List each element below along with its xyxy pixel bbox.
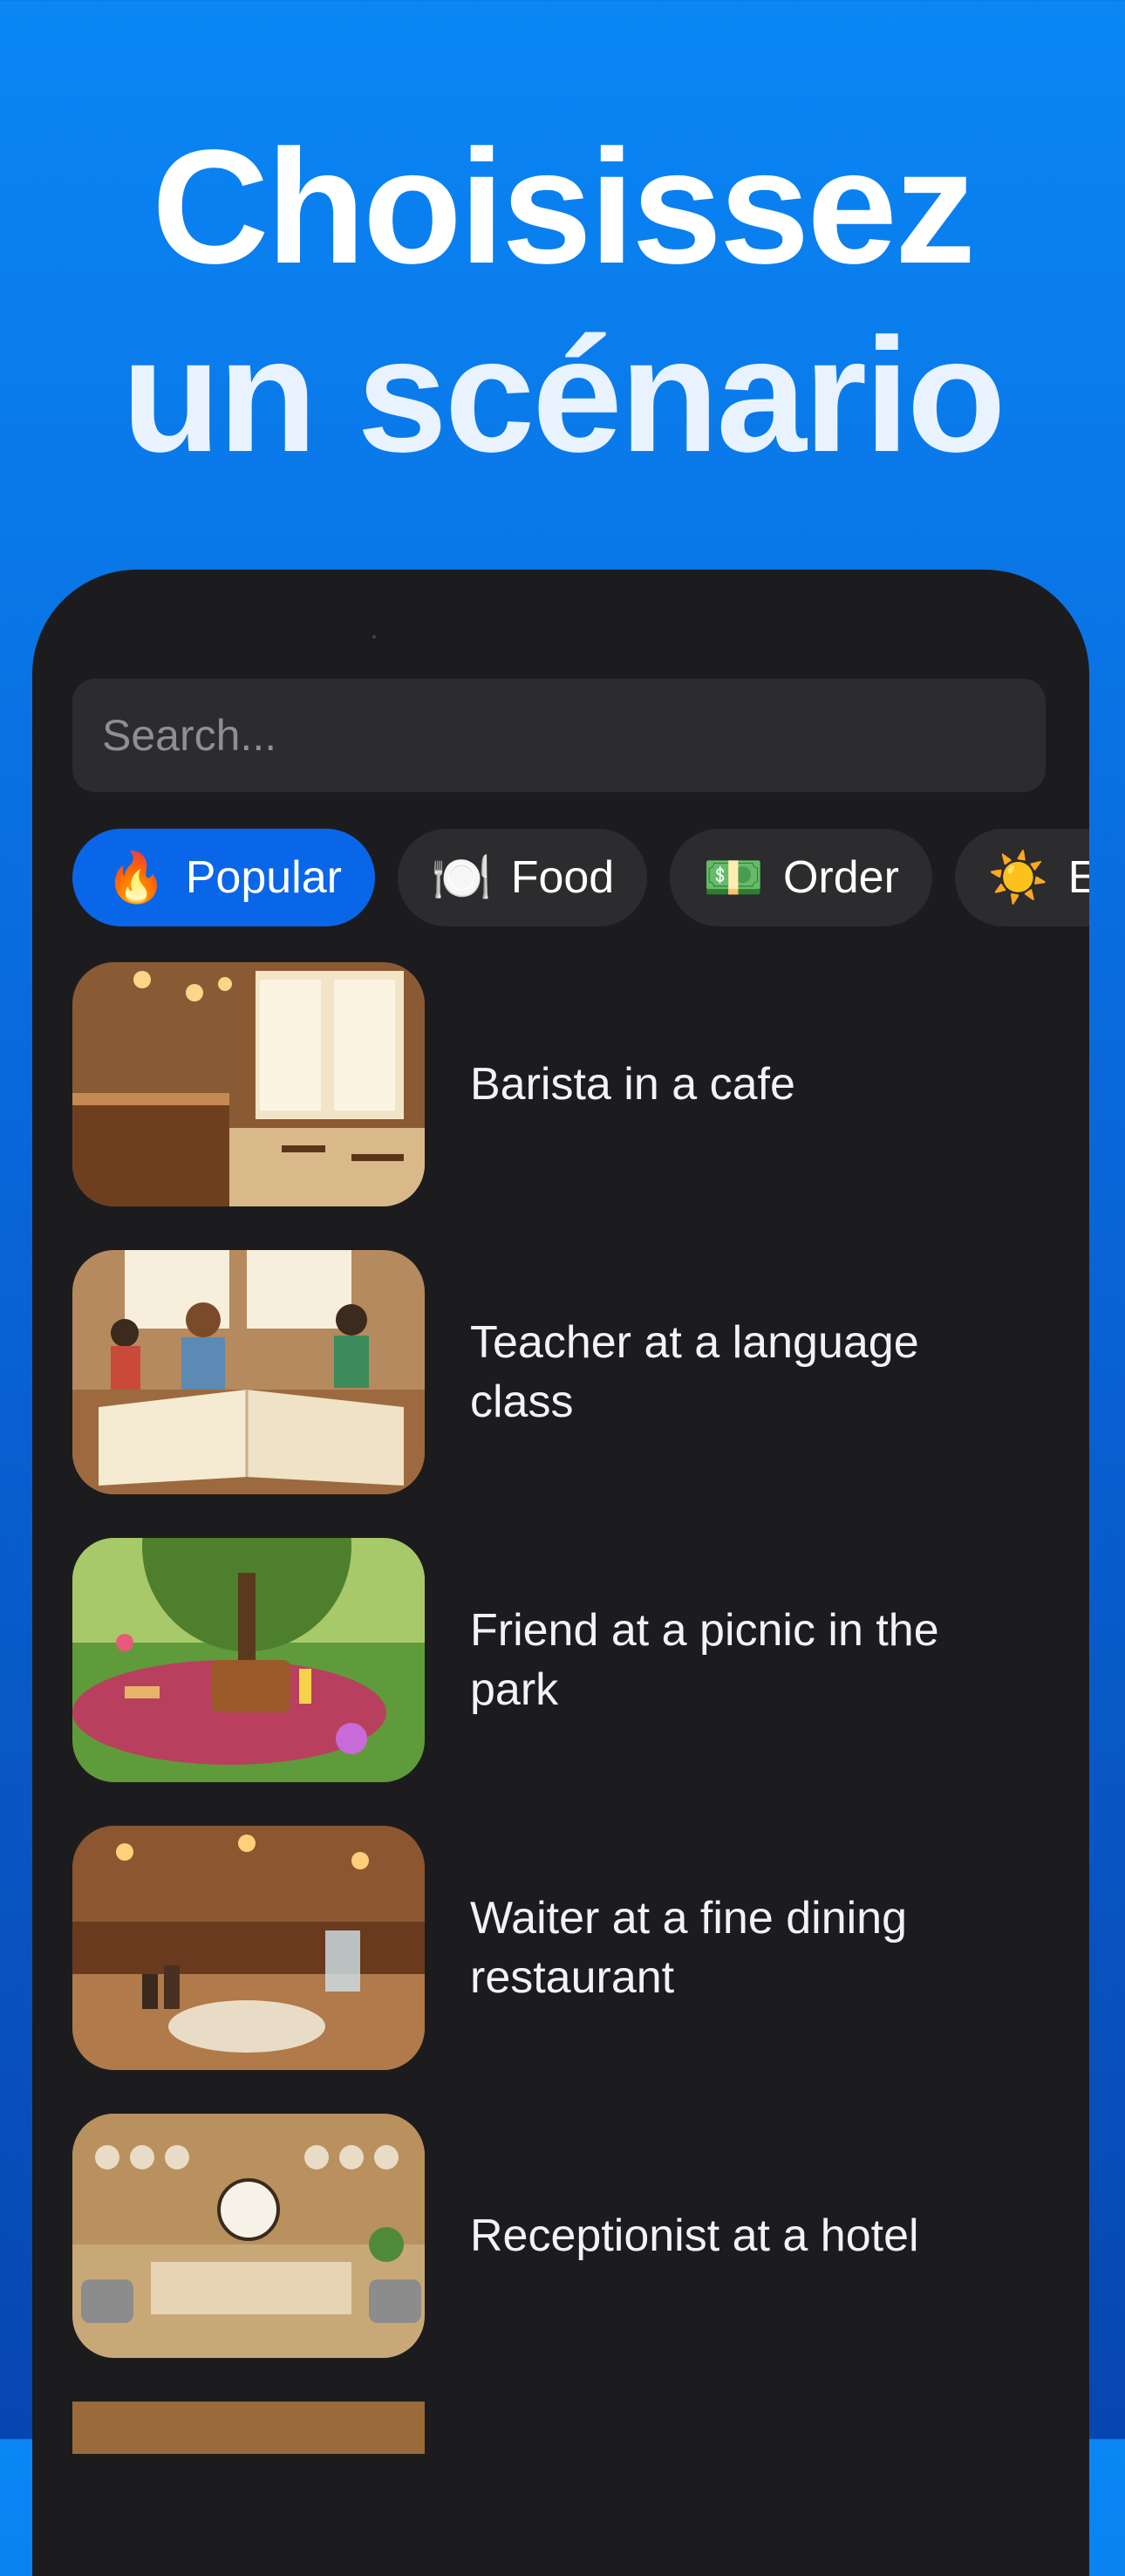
scenario-label: Waiter at a fine dining restaurant	[470, 1893, 908, 2003]
category-chips: 🔥 Popular 🍽️ Food 💵 Order ☀️ Ev	[72, 829, 1089, 926]
scenario-list: Barista in a cafe Teacher at a language …	[72, 962, 1058, 2497]
search-input[interactable]	[100, 709, 1018, 762]
scenario-row-teacher[interactable]: Teacher at a language class	[72, 1250, 1058, 1494]
chip-label: Ev	[1067, 852, 1089, 903]
title-line-2: un scénario	[121, 305, 1006, 486]
picnic-image	[72, 1538, 425, 1782]
camera-dot	[372, 635, 376, 639]
phone-screen: 🔥 Popular 🍽️ Food 💵 Order ☀️ Ev	[32, 570, 1089, 2576]
money-icon: 💵	[703, 850, 764, 905]
scenario-row-waiter[interactable]: Waiter at a fine dining restaurant	[72, 1826, 1058, 2070]
chip-food[interactable]: 🍽️ Food	[397, 829, 648, 926]
scenario-row-receptionist[interactable]: Receptionist at a hotel	[72, 2114, 1058, 2358]
chip-events[interactable]: ☀️ Ev	[954, 829, 1089, 926]
fire-icon: 🔥	[106, 850, 167, 905]
scenario-label: Friend at a picnic in the park	[470, 1605, 939, 1715]
scenario-label: Receptionist at a hotel	[470, 2210, 919, 2261]
scenario-row-picnic[interactable]: Friend at a picnic in the park	[72, 1538, 1058, 1782]
scenario-row-barista[interactable]: Barista in a cafe	[72, 962, 1058, 1206]
scenario-image	[72, 2402, 425, 2454]
restaurant-image	[72, 1826, 425, 2070]
scenario-label: Barista in a cafe	[470, 1059, 795, 1110]
sun-icon: ☀️	[987, 850, 1049, 905]
search-field[interactable]	[72, 679, 1046, 792]
chip-label: Popular	[185, 852, 342, 903]
chip-label: Food	[510, 852, 615, 903]
scenario-label: Teacher at a language class	[470, 1317, 919, 1427]
plate-icon: 🍽️	[430, 850, 492, 905]
chip-label: Order	[782, 852, 899, 903]
chip-popular[interactable]: 🔥 Popular	[72, 829, 375, 926]
title-line-1: Choisissez	[152, 117, 976, 297]
chip-order[interactable]: 💵 Order	[670, 829, 932, 926]
scenario-row-partial[interactable]	[72, 2402, 1058, 2454]
page-title: Choisissez un scénario	[0, 113, 1125, 490]
cafe-image	[72, 962, 425, 1206]
hotel-image	[72, 2114, 425, 2358]
classroom-image	[72, 1250, 425, 1494]
